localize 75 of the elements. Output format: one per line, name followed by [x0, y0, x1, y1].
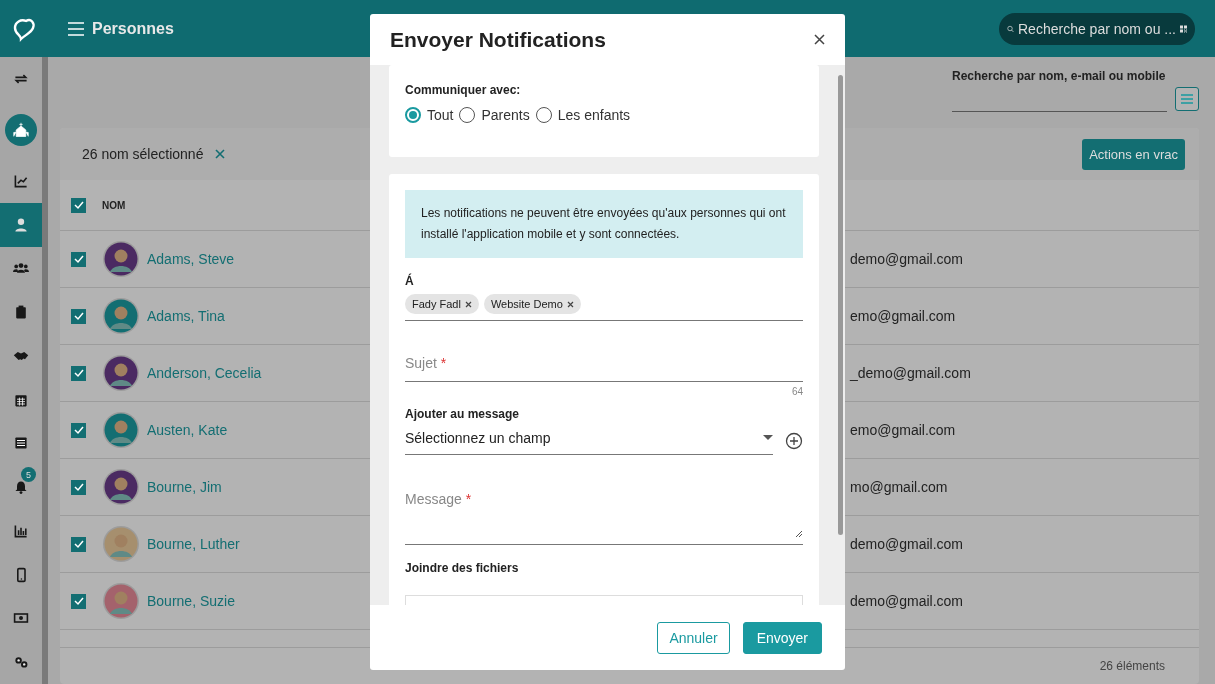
avatar [102, 354, 140, 392]
subject-field[interactable]: Sujet * [405, 327, 803, 382]
item-count: 26 éléments [1099, 659, 1165, 673]
avatar [102, 582, 140, 620]
checkbox[interactable] [71, 593, 86, 609]
dialog-title: Envoyer Notifications [390, 27, 606, 52]
avatar [102, 525, 140, 563]
avatar [102, 297, 140, 335]
avatar [102, 468, 140, 506]
checkbox[interactable] [71, 197, 86, 213]
email-cell: demo@gmail.com [850, 251, 964, 267]
insert-label: Ajouter au message [405, 407, 521, 421]
list-icon [13, 435, 29, 452]
chip-label: Website Demo [490, 298, 563, 310]
avatar [102, 240, 140, 278]
chip-label: Fady Fadl [412, 298, 461, 310]
remove-icon[interactable] [464, 300, 472, 308]
remove-icon[interactable] [566, 300, 574, 308]
email-cell: demo@gmail.com [850, 593, 964, 609]
radio-option[interactable]: Tout [405, 107, 454, 123]
person-name-link[interactable]: Bourne, Suzie [147, 593, 235, 609]
email-cell: mo@gmail.com [850, 479, 948, 495]
notification-badge: 5 [21, 467, 36, 483]
checkbox[interactable] [71, 308, 86, 324]
search-field[interactable]: Recherche par nom, e-mail ou mobile [952, 67, 1167, 112]
radio-option[interactable]: Les enfants [535, 107, 631, 123]
sidebar-item[interactable] [0, 202, 42, 247]
page-title: Personnes [92, 19, 174, 38]
attachments-label: Joindre des fichiers [405, 561, 520, 575]
radio-option[interactable]: Parents [459, 107, 530, 123]
person-name-link[interactable]: Anderson, Cecelia [147, 365, 262, 381]
clear-icon[interactable] [215, 149, 226, 159]
filter-button[interactable] [1175, 87, 1199, 111]
search-field[interactable]: Recherche par nom ou ... [999, 12, 1195, 45]
audience-label: Communiquer avec: [405, 83, 522, 97]
person-name-link[interactable]: Austen, Kate [147, 422, 228, 438]
message-field[interactable]: Message * [405, 455, 803, 545]
checkbox[interactable] [71, 365, 86, 381]
gears-icon [13, 654, 29, 671]
person-name-link[interactable]: Adams, Steve [147, 251, 235, 267]
checkbox[interactable] [71, 251, 86, 267]
resize-handle-icon[interactable] [795, 530, 803, 538]
sidebar-item[interactable]: 5 [0, 465, 42, 510]
line-chart-icon [13, 172, 29, 189]
email-cell: demo@gmail.com [850, 536, 964, 552]
email-cell: emo@gmail.com [850, 308, 956, 324]
add-icon[interactable] [785, 431, 803, 450]
field-dropdown[interactable]: Sélectionnez un champ [405, 426, 773, 455]
bar-chart-icon [13, 522, 29, 539]
menu-icon[interactable] [68, 21, 84, 36]
send-button[interactable]: Envoyer [742, 621, 822, 654]
checkbox[interactable] [71, 422, 86, 438]
recipients-label: Á [405, 274, 415, 288]
close-icon[interactable] [814, 34, 825, 45]
bell-icon [13, 479, 29, 496]
sliders-icon [1181, 93, 1193, 105]
clipboard-icon [13, 304, 29, 321]
character-counter: 64 [790, 386, 803, 397]
person-name-link[interactable]: Bourne, Luther [147, 536, 240, 552]
person-icon [13, 216, 29, 233]
info-notice: Les notifications ne peuvent être envoyées qu'aux personnes qui ont installé l'application mobile et y sont connectées. [405, 190, 803, 258]
email-cell: _demo@gmail.com [850, 365, 971, 381]
dropdown-caret-icon [763, 435, 773, 441]
column-header: NOM [102, 199, 126, 211]
bulk-actions-button[interactable]: Actions en vrac [1082, 138, 1185, 170]
selection-count: 26 nom sélectionné [82, 146, 204, 162]
checkbox[interactable] [71, 536, 86, 552]
person-name-link[interactable]: Adams, Tina [147, 308, 225, 324]
cancel-button[interactable]: Annuler [657, 621, 730, 654]
church-avatar[interactable] [5, 113, 37, 146]
checkbox[interactable] [71, 479, 86, 495]
person-name-link[interactable]: Bourne, Jim [147, 479, 222, 495]
email-cell: emo@gmail.com [850, 422, 956, 438]
avatar [102, 411, 140, 449]
recipients-field[interactable]: Fady Fadl Website Demo [405, 288, 803, 321]
